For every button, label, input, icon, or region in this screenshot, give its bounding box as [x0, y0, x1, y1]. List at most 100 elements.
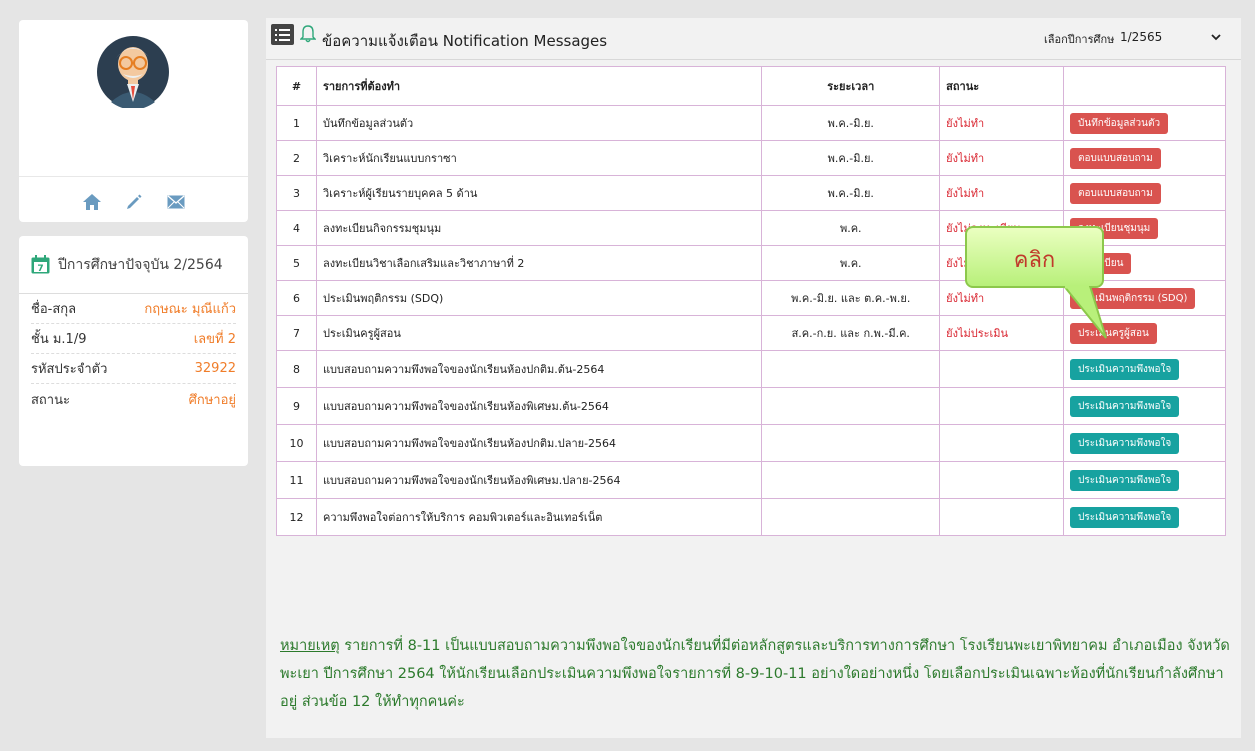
bell-icon: [300, 25, 316, 43]
row-number: 1: [276, 105, 317, 141]
footnote-label: หมายเหตุ: [280, 638, 340, 654]
row-action-cell: ประเมินความพึงพอใจ: [1063, 461, 1226, 499]
row-task: ประเมินครูผู้สอน: [315, 315, 763, 351]
row-action-cell: บันทึกข้อมูลส่วนตัว: [1063, 105, 1226, 141]
row-status: [939, 498, 1065, 536]
table-row: 9 แบบสอบถามความพึงพอใจของนักเรียนห้องพิเศ…: [276, 387, 1226, 425]
row-action-cell: ตอบแบบสอบถาม: [1063, 140, 1226, 176]
row-task: ลงทะเบียนวิชาเลือกเสริมและวิชาภาษาที่ 2: [315, 245, 763, 281]
row-period: [761, 424, 941, 462]
row-period: พ.ค.: [761, 245, 941, 281]
panel-title: ข้อความแจ้งเตือน Notification Messages: [322, 32, 608, 50]
table-row: 2 วิเคราะห์นักเรียนแบบกราซา พ.ค.-มิ.ย. ยังไ…: [276, 140, 1226, 176]
row-action-button[interactable]: ประเมินความพึงพอใจ: [1070, 358, 1180, 380]
row-period: ส.ค.-ก.ย. และ ก.พ.-มี.ค.: [761, 315, 941, 351]
row-status: ยังไม่ประเมิน: [939, 315, 1065, 351]
menu-list-icon[interactable]: [271, 24, 294, 45]
row-period: [761, 498, 941, 536]
info-label: ชื่อ-สกุล: [31, 302, 77, 317]
row-period: [761, 387, 941, 425]
notification-panel: ข้อความแจ้งเตือน Notification Messages เ…: [266, 18, 1241, 738]
col-header: สถานะ: [939, 66, 1065, 106]
table-row: 8 แบบสอบถามความพึงพอใจของนักเรียนห้องปกติ…: [276, 350, 1226, 388]
row-action-button[interactable]: ประเมินความพึงพอใจ: [1070, 469, 1180, 491]
row-action-button[interactable]: บันทึกข้อมูลส่วนตัว: [1070, 112, 1169, 134]
info-header: 7 ปีการศึกษาปัจจุบัน 2/2564: [19, 236, 248, 294]
table-row: 10 แบบสอบถามความพึงพอใจของนักเรียนห้องปกต…: [276, 424, 1226, 462]
col-header: [1063, 66, 1226, 106]
info-row-class: ชั้น ม.1/9 เลขที่ 2: [31, 324, 236, 354]
footnote: หมายเหตุ รายการที่ 8-11 เป็นแบบสอบถามควา…: [280, 632, 1230, 716]
row-number: 2: [276, 140, 317, 176]
row-task: วิเคราะห์ผู้เรียนรายบุคคล 5 ด้าน: [315, 175, 763, 211]
panel-header: ข้อความแจ้งเตือน Notification Messages เ…: [266, 18, 1241, 60]
pencil-icon[interactable]: [124, 192, 144, 212]
table-header-row: # รายการที่ต้องทำ ระยะเวลา สถานะ: [276, 66, 1226, 106]
row-action-button[interactable]: ตอบแบบสอบถาม: [1070, 147, 1161, 169]
row-status: [939, 461, 1065, 499]
row-number: 5: [276, 245, 317, 281]
row-task: แบบสอบถามความพึงพอใจของนักเรียนห้องปกติม…: [315, 424, 763, 462]
row-task: บันทึกข้อมูลส่วนตัว: [315, 105, 763, 141]
row-status: ยังไม่ทำ: [939, 105, 1065, 141]
info-value: กฤษณะ มุณีแก้ว: [144, 302, 236, 317]
info-label: ชั้น ม.1/9: [31, 332, 87, 347]
info-row-id: รหัสประจำตัว 32922: [31, 354, 236, 384]
row-task: แบบสอบถามความพึงพอใจของนักเรียนห้องพิเศษ…: [315, 387, 763, 425]
row-number: 11: [276, 461, 317, 499]
row-task: ความพึงพอใจต่อการให้บริการ คอมพิวเตอร์แล…: [315, 498, 763, 536]
home-icon[interactable]: [82, 192, 102, 212]
svg-text:7: 7: [37, 264, 43, 274]
footnote-text: รายการที่ 8-11 เป็นแบบสอบถามความพึงพอใจข…: [280, 638, 1230, 710]
row-status: [939, 424, 1065, 462]
row-period: [761, 461, 941, 499]
row-period: พ.ค.-มิ.ย.: [761, 105, 941, 141]
row-number: 6: [276, 280, 317, 316]
row-action-cell: ประเมินความพึงพอใจ: [1063, 498, 1226, 536]
year-select[interactable]: 1/2565: [1114, 26, 1227, 48]
row-task: วิเคราะห์นักเรียนแบบกราซา: [315, 140, 763, 176]
mail-icon[interactable]: [166, 192, 186, 212]
row-number: 9: [276, 387, 317, 425]
row-period: พ.ค.-มิ.ย.: [761, 140, 941, 176]
info-label: รหัสประจำตัว: [31, 362, 108, 377]
profile-card: [19, 20, 248, 222]
row-action-button[interactable]: ตอบแบบสอบถาม: [1070, 182, 1161, 204]
col-header: รายการที่ต้องทำ: [315, 66, 763, 106]
student-info-card: 7 ปีการศึกษาปัจจุบัน 2/2564 ชื่อ-สกุล กฤ…: [19, 236, 248, 466]
year-select-value: 1/2565: [1120, 30, 1163, 44]
row-action-cell: ประเมินความพึงพอใจ: [1063, 387, 1226, 425]
row-task: แบบสอบถามความพึงพอใจของนักเรียนห้องปกติม…: [315, 350, 763, 388]
row-action-cell: ประเมินความพึงพอใจ: [1063, 350, 1226, 388]
info-row-name: ชื่อ-สกุล กฤษณะ มุณีแก้ว: [31, 294, 236, 324]
row-period: พ.ค.-มิ.ย. และ ต.ค.-พ.ย.: [761, 280, 941, 316]
row-task: แบบสอบถามความพึงพอใจของนักเรียนห้องพิเศษ…: [315, 461, 763, 499]
avatar: [97, 36, 169, 108]
table-row: 12 ความพึงพอใจต่อการให้บริการ คอมพิวเตอร์…: [276, 498, 1226, 536]
row-number: 3: [276, 175, 317, 211]
divider: [19, 176, 248, 177]
row-action-button[interactable]: ประเมินความพึงพอใจ: [1070, 432, 1180, 454]
row-number: 10: [276, 424, 317, 462]
row-action-button[interactable]: ประเมินความพึงพอใจ: [1070, 395, 1180, 417]
row-status: [939, 387, 1065, 425]
profile-actions: [19, 192, 248, 212]
row-period: [761, 350, 941, 388]
row-status: [939, 350, 1065, 388]
col-header: #: [276, 66, 317, 106]
row-action-cell: ประเมินความพึงพอใจ: [1063, 424, 1226, 462]
calendar-icon: 7: [31, 255, 50, 274]
row-period: พ.ค.-มิ.ย.: [761, 175, 941, 211]
row-status: ยังไม่ทำ: [939, 175, 1065, 211]
row-action-cell: ตอบแบบสอบถาม: [1063, 175, 1226, 211]
year-select-label: เลือกปีการศึกษา: [1044, 33, 1121, 46]
row-status: ยังไม่ทำ: [939, 140, 1065, 176]
col-header: ระยะเวลา: [761, 66, 941, 106]
callout-text: คลิก: [1013, 248, 1056, 273]
row-action-button[interactable]: ประเมินความพึงพอใจ: [1070, 506, 1180, 528]
chevron-down-icon: [1211, 33, 1221, 40]
info-value: เลขที่ 2: [193, 332, 236, 347]
row-number: 7: [276, 315, 317, 351]
table-row: 1 บันทึกข้อมูลส่วนตัว พ.ค.-มิ.ย. ยังไม่ทำ บั…: [276, 105, 1226, 141]
table-row: 3 วิเคราะห์ผู้เรียนรายบุคคล 5 ด้าน พ.ค.-มิ…: [276, 175, 1226, 211]
